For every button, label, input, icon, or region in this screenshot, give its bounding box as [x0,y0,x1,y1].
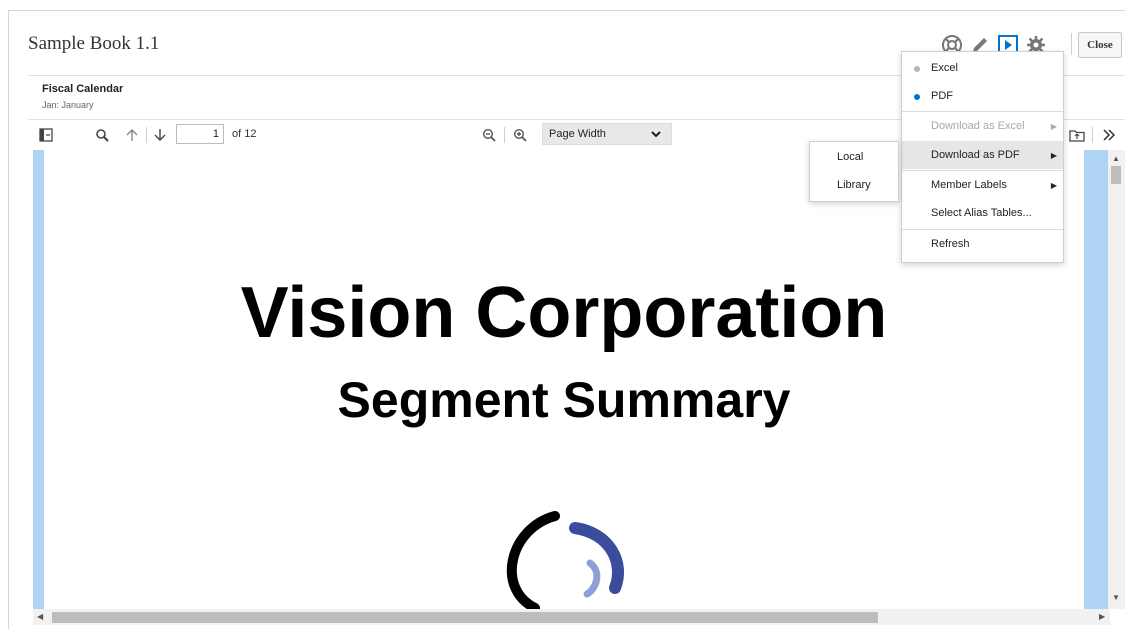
menu-item-label: Download as Excel [931,120,1025,132]
menu-item-pdf[interactable]: PDF [902,82,1063,110]
page-total-label: of 12 [232,128,257,140]
overflow-separator [1092,127,1093,143]
submenu-item-local[interactable]: Local [810,143,898,171]
company-logo [495,508,635,614]
radio-selected-icon [914,94,920,100]
menu-item-label: Download as PDF [931,149,1020,161]
download-pdf-submenu: Local Library [809,141,899,202]
page-number-input[interactable]: 1 [176,124,224,144]
book-viewer-dialog: Sample Book 1.1 Close Fiscal Calendar Ja… [0,0,1125,629]
menu-item-label: Select Alias Tables... [931,207,1032,219]
book-title: Sample Book 1.1 [28,33,160,54]
zoom-separator [504,127,505,143]
vertical-scroll-thumb[interactable] [1111,166,1121,184]
arrow-up-icon[interactable] [124,127,140,143]
menu-item-download-excel: Download as Excel ▶ [902,112,1063,140]
zoom-in-icon[interactable] [512,127,528,143]
toggle-panel-icon[interactable] [38,127,54,143]
search-icon[interactable] [94,127,110,143]
chevron-down-icon [651,127,661,147]
radio-unselected-icon [914,66,920,72]
close-button[interactable]: Close [1078,32,1122,58]
horizontal-scroll-thumb[interactable] [52,612,878,623]
settings-menu: Excel PDF Download as Excel ▶ Download a… [901,51,1064,263]
document-title: Vision Corporation [240,273,888,353]
submenu-arrow-icon: ▶ [1050,181,1057,190]
header-separator [1071,33,1072,55]
menu-item-label: Refresh [931,238,970,250]
toolbar-separator [146,127,147,143]
scroll-right-arrow-icon[interactable]: ▶ [1099,612,1105,621]
scroll-down-arrow-icon[interactable]: ▼ [1112,593,1120,602]
viewer-margin-right [1084,150,1108,609]
zoom-select-value: Page Width [549,128,606,140]
menu-item-label: PDF [931,90,953,102]
arrow-down-icon[interactable] [152,127,168,143]
menu-item-excel[interactable]: Excel [902,54,1063,82]
pov-subtitle: Jan: January [42,100,94,110]
zoom-out-icon[interactable] [481,127,497,143]
scroll-left-arrow-icon[interactable]: ◀ [37,612,43,621]
open-folder-icon[interactable] [1068,126,1086,144]
document-subtitle: Segment Summary [337,372,791,428]
menu-item-download-pdf[interactable]: Download as PDF ▶ [902,141,1063,169]
submenu-arrow-icon: ▶ [1050,122,1057,131]
submenu-item-label: Library [837,179,871,191]
vertical-scrollbar[interactable] [1108,150,1125,609]
zoom-select[interactable]: Page Width [542,123,672,145]
menu-item-label: Member Labels [931,179,1007,191]
submenu-item-library[interactable]: Library [810,171,898,199]
scroll-up-arrow-icon[interactable]: ▲ [1112,154,1120,163]
menu-item-select-alias-tables[interactable]: Select Alias Tables... [902,199,1063,227]
submenu-arrow-icon: ▶ [1050,151,1057,160]
overflow-chevrons-icon[interactable] [1100,126,1118,144]
menu-item-member-labels[interactable]: Member Labels ▶ [902,171,1063,199]
viewer-margin-left [33,150,44,609]
menu-item-label: Excel [931,62,958,74]
menu-item-refresh[interactable]: Refresh [902,230,1063,258]
submenu-item-label: Local [837,151,864,163]
pov-title: Fiscal Calendar [42,83,124,95]
